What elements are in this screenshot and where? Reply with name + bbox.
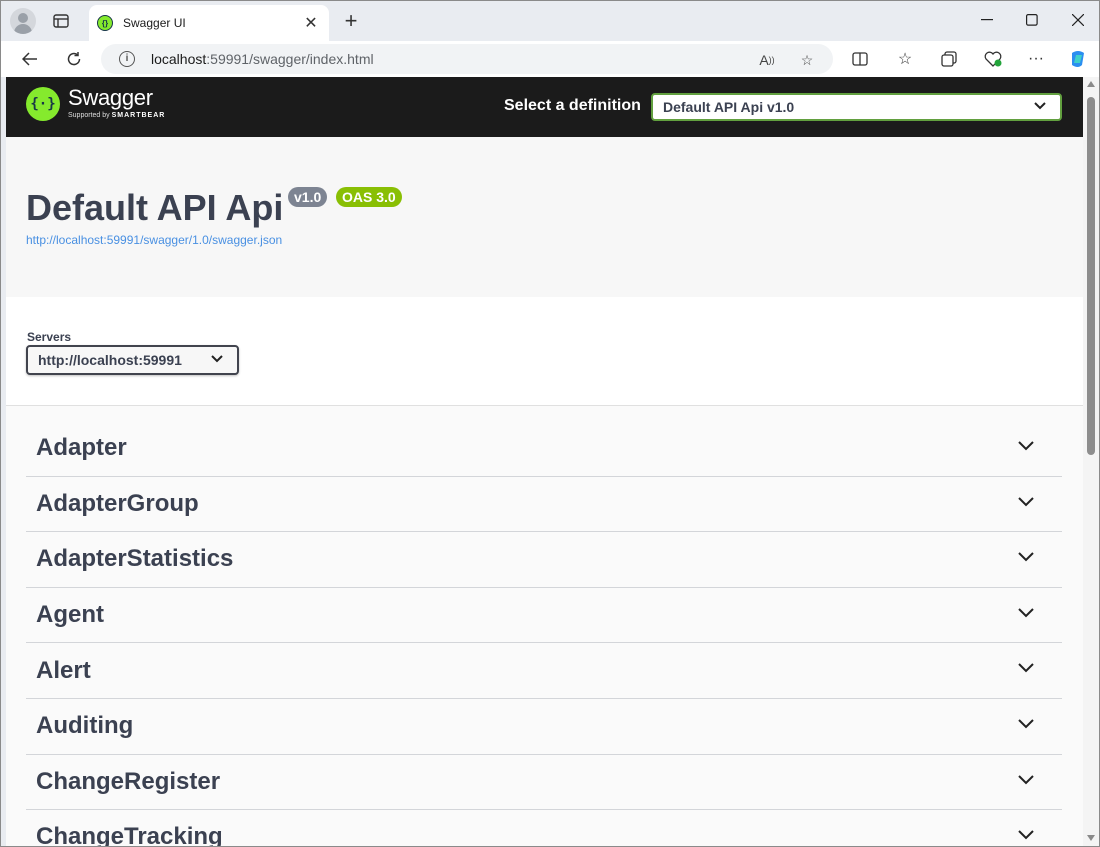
read-aloud-icon[interactable]: A)) <box>756 49 778 71</box>
chevron-down-icon[interactable] <box>1018 830 1034 840</box>
select-definition-label: Select a definition <box>504 97 641 114</box>
back-icon[interactable] <box>16 45 44 73</box>
chevron-down-icon[interactable] <box>1018 441 1034 451</box>
scroll-up-icon[interactable] <box>1087 81 1095 87</box>
split-screen-icon[interactable] <box>846 45 874 73</box>
swagger-logo-icon: {·} <box>26 87 60 121</box>
operation-tags: Adapter AdapterGroup AdapterStatistics A… <box>26 421 1062 847</box>
tag-name: Auditing <box>36 712 134 740</box>
swagger-logo-text: Swagger <box>68 85 153 110</box>
server-select[interactable]: http://localhost:59991 <box>26 345 239 375</box>
scrollbar-thumb[interactable] <box>1087 97 1095 455</box>
logo-tagline-prefix: Supported by <box>68 112 110 119</box>
tab-swagger-ui[interactable]: {} Swagger UI ✕ <box>89 5 329 41</box>
swagger-topbar: {·} Swagger Supported by SMARTBEAR Selec… <box>6 77 1083 137</box>
url-path: :59991/swagger/index.html <box>206 51 374 67</box>
site-info-icon[interactable]: i <box>119 51 135 67</box>
page-viewport: {·} Swagger Supported by SMARTBEAR Selec… <box>6 77 1083 847</box>
chevron-down-icon <box>1034 102 1046 110</box>
tag-name: AdapterStatistics <box>36 545 234 573</box>
tag-name: ChangeRegister <box>36 767 221 795</box>
oas-badge: OAS 3.0 <box>336 187 402 207</box>
tag-name: Agent <box>36 601 104 629</box>
chevron-down-icon[interactable] <box>1018 719 1034 729</box>
more-options-icon[interactable]: ··· <box>1022 45 1050 73</box>
version-badge: v1.0 <box>288 187 328 207</box>
swagger-favicon-icon: {} <box>97 15 113 31</box>
url-host: localhost <box>151 51 207 67</box>
browser-toolbar: i localhost:59991/swagger/index.html A))… <box>1 41 1099 77</box>
page-scrollbar[interactable] <box>1083 77 1099 846</box>
address-url[interactable]: localhost:59991/swagger/index.html <box>151 51 374 67</box>
scroll-down-icon[interactable] <box>1087 835 1095 841</box>
definition-select-value: Default API Api v1.0 <box>663 99 795 115</box>
chevron-down-icon[interactable] <box>1018 552 1034 562</box>
tag-name: Adapter <box>36 434 127 462</box>
api-info: Default API Api v1.0 OAS 3.0 http://loca… <box>6 137 1083 297</box>
tag-name: Alert <box>36 656 91 684</box>
tag-section-changeregister[interactable]: ChangeRegister <box>26 755 1062 811</box>
tag-section-adapter[interactable]: Adapter <box>26 421 1062 477</box>
chevron-down-icon[interactable] <box>1018 496 1034 507</box>
copilot-icon[interactable] <box>1064 45 1092 73</box>
refresh-icon[interactable] <box>60 45 88 73</box>
tag-name: ChangeTracking <box>36 823 223 847</box>
favorites-icon[interactable]: ☆ <box>891 45 919 73</box>
profile-avatar-icon[interactable] <box>10 8 36 34</box>
chevron-down-icon[interactable] <box>1018 608 1034 618</box>
tag-section-auditing[interactable]: Auditing <box>26 699 1062 755</box>
spec-json-link[interactable]: http://localhost:59991/swagger/1.0/swagg… <box>26 233 282 247</box>
chevron-down-icon[interactable] <box>1018 774 1034 785</box>
browser-essentials-icon[interactable] <box>979 45 1007 73</box>
tag-section-adapterstatistics[interactable]: AdapterStatistics <box>26 532 1062 588</box>
close-tab-icon[interactable]: ✕ <box>301 13 321 33</box>
tag-section-adaptergroup[interactable]: AdapterGroup <box>26 477 1062 533</box>
page-title: Default API Api <box>26 187 284 228</box>
new-tab-icon[interactable]: + <box>339 8 363 33</box>
tab-actions-icon[interactable] <box>47 9 75 33</box>
tag-section-agent[interactable]: Agent <box>26 588 1062 644</box>
logo-tagline-brand: SMARTBEAR <box>111 112 166 119</box>
tag-section-alert[interactable]: Alert <box>26 643 1062 699</box>
tab-strip: {} Swagger UI ✕ + <box>1 1 1099 41</box>
browser-window: {} Swagger UI ✕ + i localhost:59991/swag… <box>0 0 1100 847</box>
minimize-icon[interactable] <box>964 7 1010 33</box>
maximize-icon[interactable] <box>1009 7 1055 33</box>
definition-select[interactable]: Default API Api v1.0 <box>651 93 1062 121</box>
favorite-star-icon[interactable]: ☆ <box>796 49 818 71</box>
tab-title: Swagger UI <box>123 16 186 30</box>
servers-label: Servers <box>27 330 72 344</box>
address-bar[interactable]: i localhost:59991/swagger/index.html A))… <box>101 44 833 74</box>
chevron-down-icon <box>211 355 223 363</box>
close-window-icon[interactable] <box>1055 7 1099 33</box>
chevron-down-icon[interactable] <box>1018 663 1034 673</box>
servers-section: Servers http://localhost:59991 <box>6 297 1083 406</box>
tag-section-changetracking[interactable]: ChangeTracking <box>26 810 1062 847</box>
collections-icon[interactable] <box>935 45 963 73</box>
swagger-logo[interactable]: {·} Swagger Supported by SMARTBEAR <box>26 87 165 121</box>
tag-name: AdapterGroup <box>36 489 199 517</box>
server-select-value: http://localhost:59991 <box>38 352 182 368</box>
